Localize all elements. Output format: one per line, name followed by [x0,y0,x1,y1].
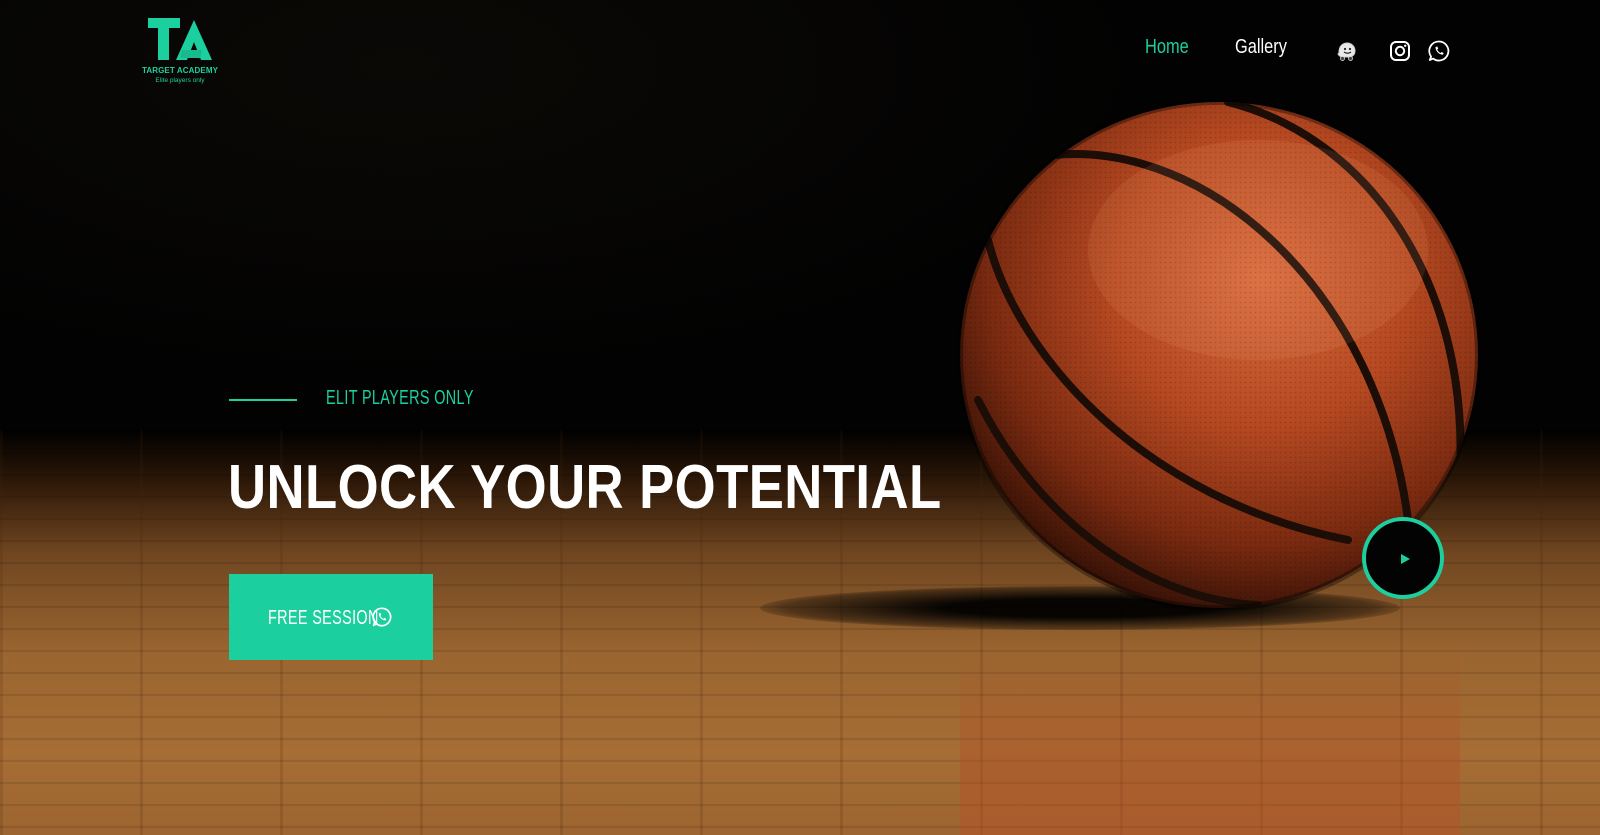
brand-logo[interactable]: TARGET ACADEMY Elite players only [140,16,220,88]
hero-section: TARGET ACADEMY Elite players only Home G… [0,0,1600,835]
brand-tagline: Elite players only [155,77,205,84]
waze-icon[interactable] [1334,39,1358,63]
instagram-icon[interactable] [1388,39,1412,63]
play-video-button[interactable] [1362,517,1444,599]
ta-monogram-icon [148,18,212,60]
hero-eyebrow: ELIT PLAYERS ONLY [326,387,474,409]
brand-name: TARGET ACADEMY [141,66,219,75]
free-session-button[interactable]: FREE SESSION [229,574,433,660]
whatsapp-icon [372,607,392,627]
whatsapp-icon[interactable] [1427,39,1451,63]
free-session-label: FREE SESSION [268,607,379,629]
play-icon [1401,554,1410,564]
eyebrow-divider [229,399,297,401]
hero-headline: UNLOCK YOUR POTENTIAL [228,453,942,522]
nav-item-gallery[interactable]: Gallery [1235,36,1287,66]
nav-item-home[interactable]: Home [1145,36,1189,66]
